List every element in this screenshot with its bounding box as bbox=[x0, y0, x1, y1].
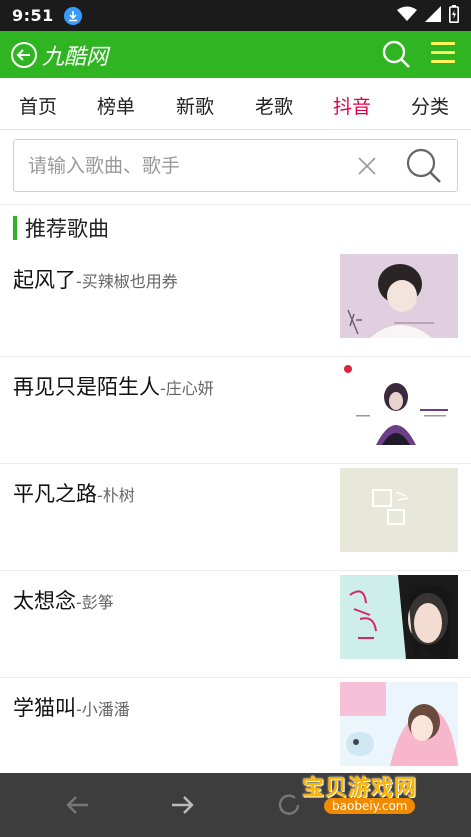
divider bbox=[0, 204, 471, 205]
album-cover-image[interactable] bbox=[340, 682, 458, 766]
watermark-logo: 宝贝游戏网 baobeiy.com bbox=[296, 768, 456, 820]
back-circle-icon[interactable] bbox=[10, 41, 38, 69]
search-icon[interactable] bbox=[381, 39, 411, 69]
status-bar: 9:51 bbox=[0, 0, 471, 31]
song-artist: -买辣椒也用券 bbox=[76, 272, 178, 291]
search-input[interactable] bbox=[28, 150, 348, 182]
back-arrow-icon[interactable] bbox=[64, 791, 92, 819]
section-accent-bar bbox=[13, 216, 17, 240]
section-header: 推荐歌曲 bbox=[13, 215, 109, 241]
song-item[interactable]: 起风了-买辣椒也用券 bbox=[0, 250, 471, 357]
app-bar: 九酷网 bbox=[0, 31, 471, 78]
song-item[interactable]: 平凡之路-朴树 bbox=[0, 464, 471, 571]
search-box bbox=[13, 139, 458, 192]
watermark-url: baobeiy.com bbox=[324, 798, 416, 814]
category-tabs: 首页 榜单 新歌 老歌 抖音 分类 bbox=[0, 78, 471, 130]
download-icon bbox=[63, 6, 82, 25]
wifi-icon bbox=[397, 6, 417, 26]
clear-icon[interactable] bbox=[354, 153, 380, 179]
section-title: 推荐歌曲 bbox=[25, 217, 109, 241]
album-cover-image[interactable] bbox=[340, 468, 458, 552]
tab-new-songs[interactable]: 新歌 bbox=[176, 92, 214, 119]
battery-icon bbox=[449, 4, 459, 27]
song-artist: -彭筝 bbox=[76, 593, 114, 612]
status-time: 9:51 bbox=[12, 6, 54, 25]
album-cover-image[interactable] bbox=[340, 361, 458, 445]
song-title[interactable]: 太想念 bbox=[13, 589, 76, 613]
song-artist: -庄心妍 bbox=[160, 379, 214, 398]
tab-charts[interactable]: 榜单 bbox=[97, 92, 135, 119]
song-title[interactable]: 再见只是陌生人 bbox=[13, 375, 160, 399]
tab-home[interactable]: 首页 bbox=[19, 92, 57, 119]
song-artist: -朴树 bbox=[97, 486, 135, 505]
menu-icon[interactable] bbox=[431, 42, 455, 66]
song-item[interactable]: 太想念-彭筝 bbox=[0, 571, 471, 678]
search-button-icon[interactable] bbox=[404, 146, 444, 186]
tab-categories[interactable]: 分类 bbox=[411, 92, 449, 119]
album-cover-image[interactable] bbox=[340, 254, 458, 338]
tab-old-songs[interactable]: 老歌 bbox=[255, 92, 293, 119]
album-cover-image[interactable] bbox=[340, 575, 458, 659]
song-title[interactable]: 起风了 bbox=[13, 268, 76, 292]
site-logo[interactable]: 九酷网 bbox=[42, 39, 108, 71]
tab-douyin[interactable]: 抖音 bbox=[333, 92, 371, 119]
song-item[interactable]: 再见只是陌生人-庄心妍 bbox=[0, 357, 471, 464]
signal-icon bbox=[425, 5, 441, 26]
song-title[interactable]: 学猫叫 bbox=[13, 696, 76, 720]
song-title[interactable]: 平凡之路 bbox=[13, 482, 97, 506]
song-artist: -小潘潘 bbox=[76, 700, 130, 719]
forward-arrow-icon[interactable] bbox=[168, 791, 196, 819]
